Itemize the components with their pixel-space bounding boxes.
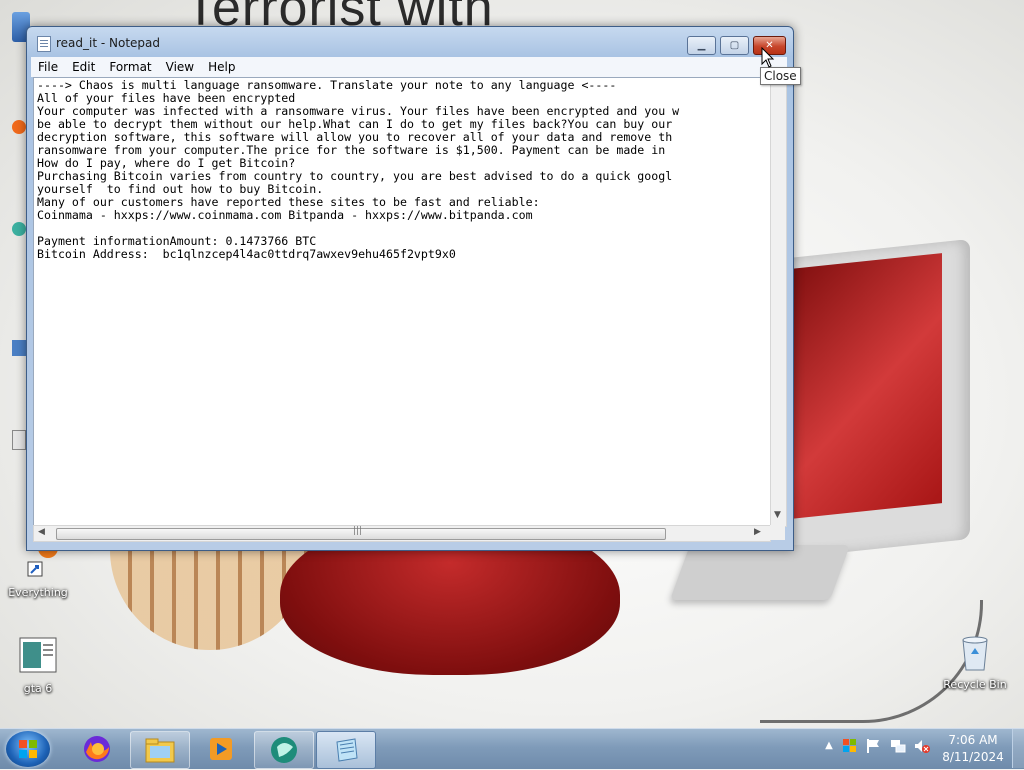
taskbar-app[interactable] (254, 731, 314, 769)
horizontal-scrollbar[interactable]: ◀ ▶ (33, 525, 771, 542)
windows-start-icon (19, 740, 37, 758)
action-center-flag-icon[interactable] (841, 737, 859, 755)
desktop-icon-gta6-label: gta 6 (23, 682, 53, 695)
text-editor-area[interactable]: ----> Chaos is multi language ransomware… (33, 77, 771, 527)
desktop-icon-recycle-bin[interactable]: Recycle Bin (939, 632, 1011, 691)
taskbar-media-player[interactable] (192, 731, 250, 767)
scroll-left-arrow-icon[interactable]: ◀ (38, 527, 45, 537)
desktop-icon-partial-3[interactable] (12, 222, 26, 236)
network-icon[interactable] (889, 737, 907, 755)
horizontal-scroll-thumb[interactable] (56, 526, 666, 540)
clock-date: 8/11/2024 (942, 750, 1004, 764)
taskbar-firefox[interactable] (68, 731, 126, 767)
menu-format[interactable]: Format (102, 60, 158, 74)
desktop-icon-gta6[interactable]: gta 6 (2, 636, 74, 695)
app-icon (271, 737, 297, 763)
minimize-icon: ▁ (697, 40, 706, 51)
menu-edit[interactable]: Edit (65, 60, 102, 74)
window-title-bar[interactable]: read_it - Notepad ▁ ▢ ✕ (27, 27, 793, 57)
show-desktop-button[interactable] (1012, 729, 1024, 768)
taskbar-clock[interactable]: 7:06 AM 8/11/2024 (938, 732, 1008, 766)
notepad-app-icon (37, 36, 51, 52)
taskbar: ▲ (0, 728, 1024, 769)
flag-icon[interactable] (865, 737, 883, 755)
size-grip[interactable] (770, 525, 785, 540)
minimize-button[interactable]: ▁ (687, 36, 716, 55)
clock-time: 7:06 AM (948, 733, 998, 747)
menu-view[interactable]: View (159, 60, 201, 74)
desktop-icon-partial-5[interactable] (12, 430, 26, 450)
start-button[interactable] (6, 731, 50, 767)
wallpaper-monitor-stand (669, 545, 851, 600)
notepad-window: read_it - Notepad ▁ ▢ ✕ File Edit Format… (26, 26, 794, 551)
firefox-icon (84, 736, 110, 762)
scroll-down-arrow-icon[interactable]: ▼ (774, 510, 781, 520)
scroll-right-arrow-icon[interactable]: ▶ (754, 527, 761, 537)
maximize-button[interactable]: ▢ (720, 36, 749, 55)
wallpaper-monitor-screen (772, 253, 942, 521)
menu-help[interactable]: Help (201, 60, 242, 74)
mouse-cursor-icon (761, 47, 775, 68)
desktop-icon-partial-4[interactable] (12, 340, 26, 356)
show-hidden-icons-icon[interactable]: ▲ (820, 737, 838, 755)
menu-bar: File Edit Format View Help (31, 57, 787, 77)
notepad-icon (336, 738, 358, 762)
vertical-scrollbar[interactable]: ▼ (770, 77, 787, 527)
desktop-icon-partial-2[interactable] (12, 120, 26, 134)
file-explorer-icon (145, 738, 175, 763)
media-player-icon (210, 738, 232, 760)
taskbar-file-explorer[interactable] (130, 731, 190, 769)
maximize-icon: ▢ (729, 40, 740, 51)
volume-muted-icon[interactable] (913, 737, 931, 755)
close-tooltip: Close (760, 67, 801, 85)
document-thumbnail-icon (19, 637, 57, 673)
menu-file[interactable]: File (31, 60, 65, 74)
desktop-icon-everything-label: Everything (8, 586, 68, 599)
recycle-bin-icon (962, 636, 988, 671)
taskbar-notepad[interactable] (316, 731, 376, 769)
desktop-icon-recycle-bin-label: Recycle Bin (943, 678, 1007, 691)
ransom-note-text[interactable]: ----> Chaos is multi language ransomware… (34, 78, 770, 262)
window-title: read_it - Notepad (56, 36, 161, 50)
